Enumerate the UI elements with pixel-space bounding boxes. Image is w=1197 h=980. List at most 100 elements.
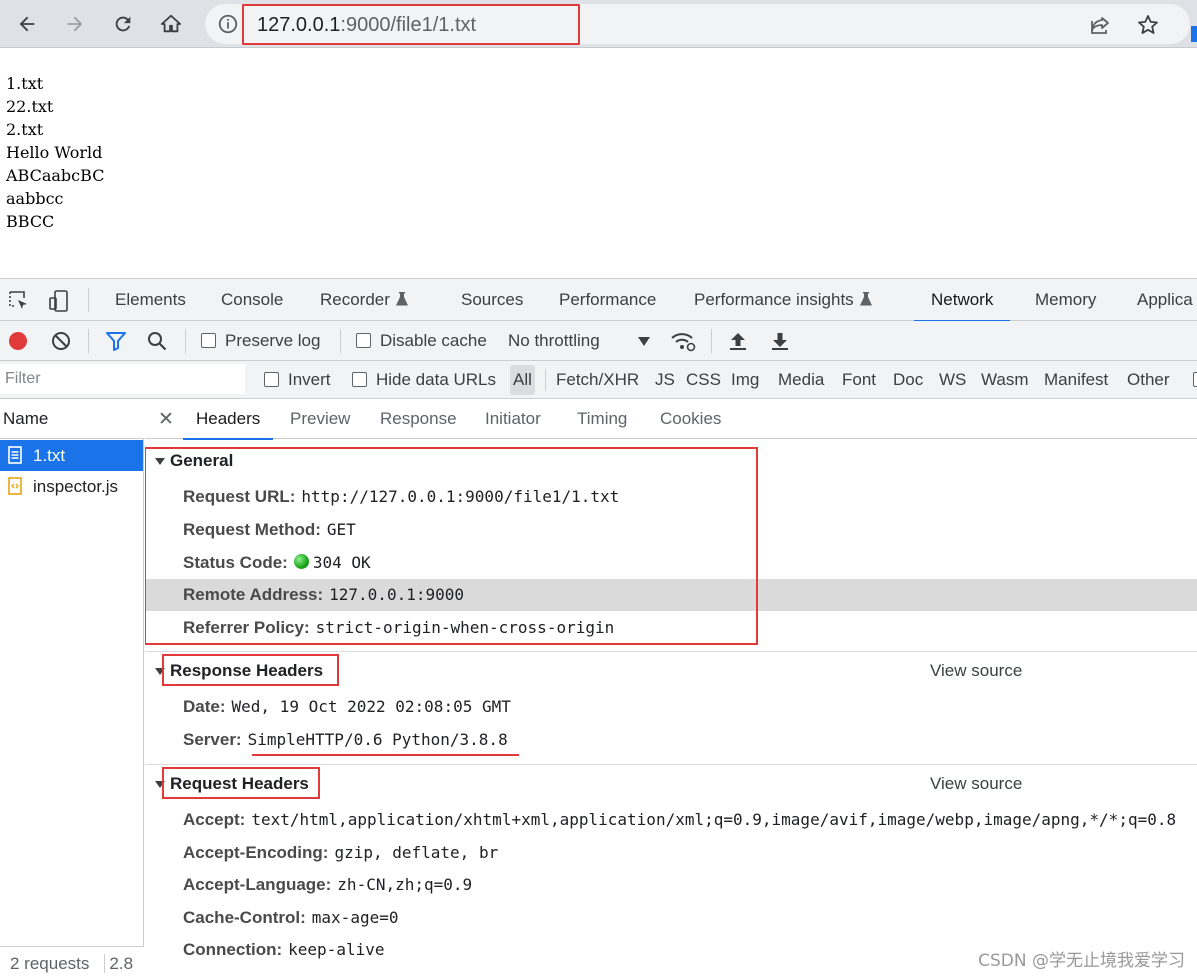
share-icon[interactable] — [1088, 13, 1112, 37]
filter-icon[interactable] — [105, 330, 127, 352]
browser-toolbar: 127.0.0.1:9000/file1/1.txt — [0, 0, 1197, 48]
checkbox-box[interactable] — [201, 333, 216, 348]
more-filters-checkbox[interactable] — [1193, 372, 1197, 387]
checkbox-box[interactable] — [356, 333, 371, 348]
disable-cache-checkbox[interactable]: Disable cache — [356, 321, 487, 361]
filter-type-media[interactable]: Media — [778, 361, 824, 399]
network-toolbar: Preserve log Disable cache No throttling — [0, 321, 1197, 361]
response-view-source-link[interactable]: View source — [930, 661, 1022, 681]
filter-type-css[interactable]: CSS — [686, 361, 721, 399]
import-har-icon[interactable] — [727, 330, 749, 352]
preserve-log-checkbox[interactable]: Preserve log — [201, 321, 320, 361]
tab-console[interactable]: Console — [221, 279, 283, 321]
device-toolbar-icon[interactable] — [47, 289, 71, 313]
devtools-tabbar: Elements Console Recorder Sources Perfor… — [0, 279, 1197, 322]
filter-type-font[interactable]: Font — [842, 361, 876, 399]
tab-initiator[interactable]: Initiator — [485, 399, 541, 439]
tab-preview[interactable]: Preview — [290, 399, 350, 439]
tab-memory[interactable]: Memory — [1035, 279, 1096, 321]
address-bar[interactable]: 127.0.0.1:9000/file1/1.txt — [205, 4, 1190, 45]
search-icon[interactable] — [146, 330, 168, 352]
annotation-underline-server — [252, 754, 519, 756]
checkbox-box[interactable] — [264, 372, 279, 387]
tab-timing[interactable]: Timing — [577, 399, 627, 439]
tab-application[interactable]: Applica — [1137, 279, 1193, 321]
header-key: Accept-Encoding: — [183, 843, 329, 862]
record-icon[interactable] — [7, 330, 29, 352]
star-icon[interactable] — [1136, 13, 1160, 37]
tab-headers[interactable]: Headers — [182, 399, 274, 440]
tab-performance[interactable]: Performance — [559, 279, 656, 321]
tab-performance-insights-label: Performance insights — [694, 290, 854, 309]
annotation-box-request-headers — [162, 767, 320, 799]
annotation-box-response-headers — [162, 654, 339, 686]
request-view-source-link[interactable]: View source — [930, 774, 1022, 794]
filter-type-manifest[interactable]: Manifest — [1044, 361, 1108, 399]
header-value: max-age=0 — [311, 908, 399, 927]
detail-tabbar: ✕ Headers Preview Response Initiator Tim… — [145, 399, 1197, 440]
section-divider — [145, 764, 1197, 765]
close-detail-button[interactable]: ✕ — [158, 399, 174, 439]
export-har-icon[interactable] — [769, 330, 791, 352]
filter-type-other[interactable]: Other — [1127, 361, 1170, 399]
request-row-inspector-js[interactable]: inspector.js — [0, 471, 143, 502]
invert-checkbox[interactable]: Invert — [264, 361, 331, 399]
request-header-accept-encoding: Accept-Encoding: gzip, deflate, br — [183, 837, 498, 869]
experiment-flask-icon — [395, 292, 408, 306]
name-column-header[interactable]: Name — [0, 399, 144, 439]
network-filter-bar: Filter Invert Hide data URLs All Fetch/X… — [0, 361, 1197, 399]
reload-button[interactable] — [106, 7, 140, 41]
tab-response[interactable]: Response — [380, 399, 457, 439]
filter-type-js[interactable]: JS — [655, 361, 675, 399]
throttling-select[interactable]: No throttling — [508, 321, 600, 361]
separator — [88, 288, 89, 312]
header-key: Cache-Control: — [183, 908, 306, 927]
header-key: Date: — [183, 697, 226, 716]
inspect-element-icon[interactable] — [7, 289, 31, 313]
url-host: 127.0.0.1 — [257, 14, 341, 36]
filter-type-doc[interactable]: Doc — [893, 361, 923, 399]
header-value: text/html,application/xhtml+xml,applicat… — [251, 810, 1177, 829]
chevron-down-icon[interactable] — [638, 337, 650, 346]
tab-recorder[interactable]: Recorder — [320, 279, 408, 321]
filter-input[interactable]: Filter — [0, 364, 245, 394]
hide-data-urls-checkbox[interactable]: Hide data URLs — [352, 361, 496, 399]
filter-type-fetch-xhr[interactable]: Fetch/XHR — [556, 361, 639, 399]
csdn-watermark: CSDN @学无止境我爱学习 — [978, 951, 1185, 971]
filter-type-wasm[interactable]: Wasm — [981, 361, 1029, 399]
home-button[interactable] — [154, 7, 188, 41]
network-conditions-icon[interactable] — [670, 329, 696, 353]
filter-type-all[interactable]: All — [510, 365, 535, 395]
reload-icon — [115, 16, 131, 32]
tab-elements[interactable]: Elements — [115, 279, 186, 321]
filter-type-img[interactable]: Img — [731, 361, 759, 399]
invert-label: Invert — [288, 370, 331, 389]
tab-performance-insights[interactable]: Performance insights — [694, 279, 872, 321]
home-icon — [160, 14, 182, 33]
tab-cookies[interactable]: Cookies — [660, 399, 721, 439]
back-button[interactable] — [10, 7, 44, 41]
separator — [185, 329, 186, 353]
response-header-date: Date: Wed, 19 Oct 2022 02:08:05 GMT — [183, 691, 511, 723]
clear-icon[interactable] — [50, 330, 72, 352]
arrow-left-icon — [19, 16, 35, 32]
request-header-connection: Connection: keep-alive — [183, 934, 384, 966]
checkbox-box[interactable] — [352, 372, 367, 387]
filter-type-ws[interactable]: WS — [939, 361, 966, 399]
url-path: :9000/file1/1.txt — [340, 14, 477, 36]
preserve-log-label: Preserve log — [225, 331, 321, 350]
forward-button[interactable] — [58, 7, 92, 41]
tab-sources[interactable]: Sources — [461, 279, 523, 321]
tab-network[interactable]: Network — [913, 279, 1011, 322]
separator — [88, 329, 89, 353]
url-text[interactable]: 127.0.0.1:9000/file1/1.txt — [242, 4, 580, 45]
header-value: SimpleHTTP/0.6 Python/3.8.8 — [247, 730, 508, 749]
separator — [340, 329, 341, 353]
info-icon[interactable] — [217, 13, 239, 35]
header-key: Accept: — [183, 810, 246, 829]
request-name: 1.txt — [33, 446, 66, 465]
request-row-1-txt[interactable]: 1.txt — [0, 440, 143, 471]
transfer-size: 2.8 — [104, 954, 134, 973]
header-value: Wed, 19 Oct 2022 02:08:05 GMT — [231, 697, 511, 716]
network-summary-bar: 2 requests 2.8 — [0, 946, 144, 980]
